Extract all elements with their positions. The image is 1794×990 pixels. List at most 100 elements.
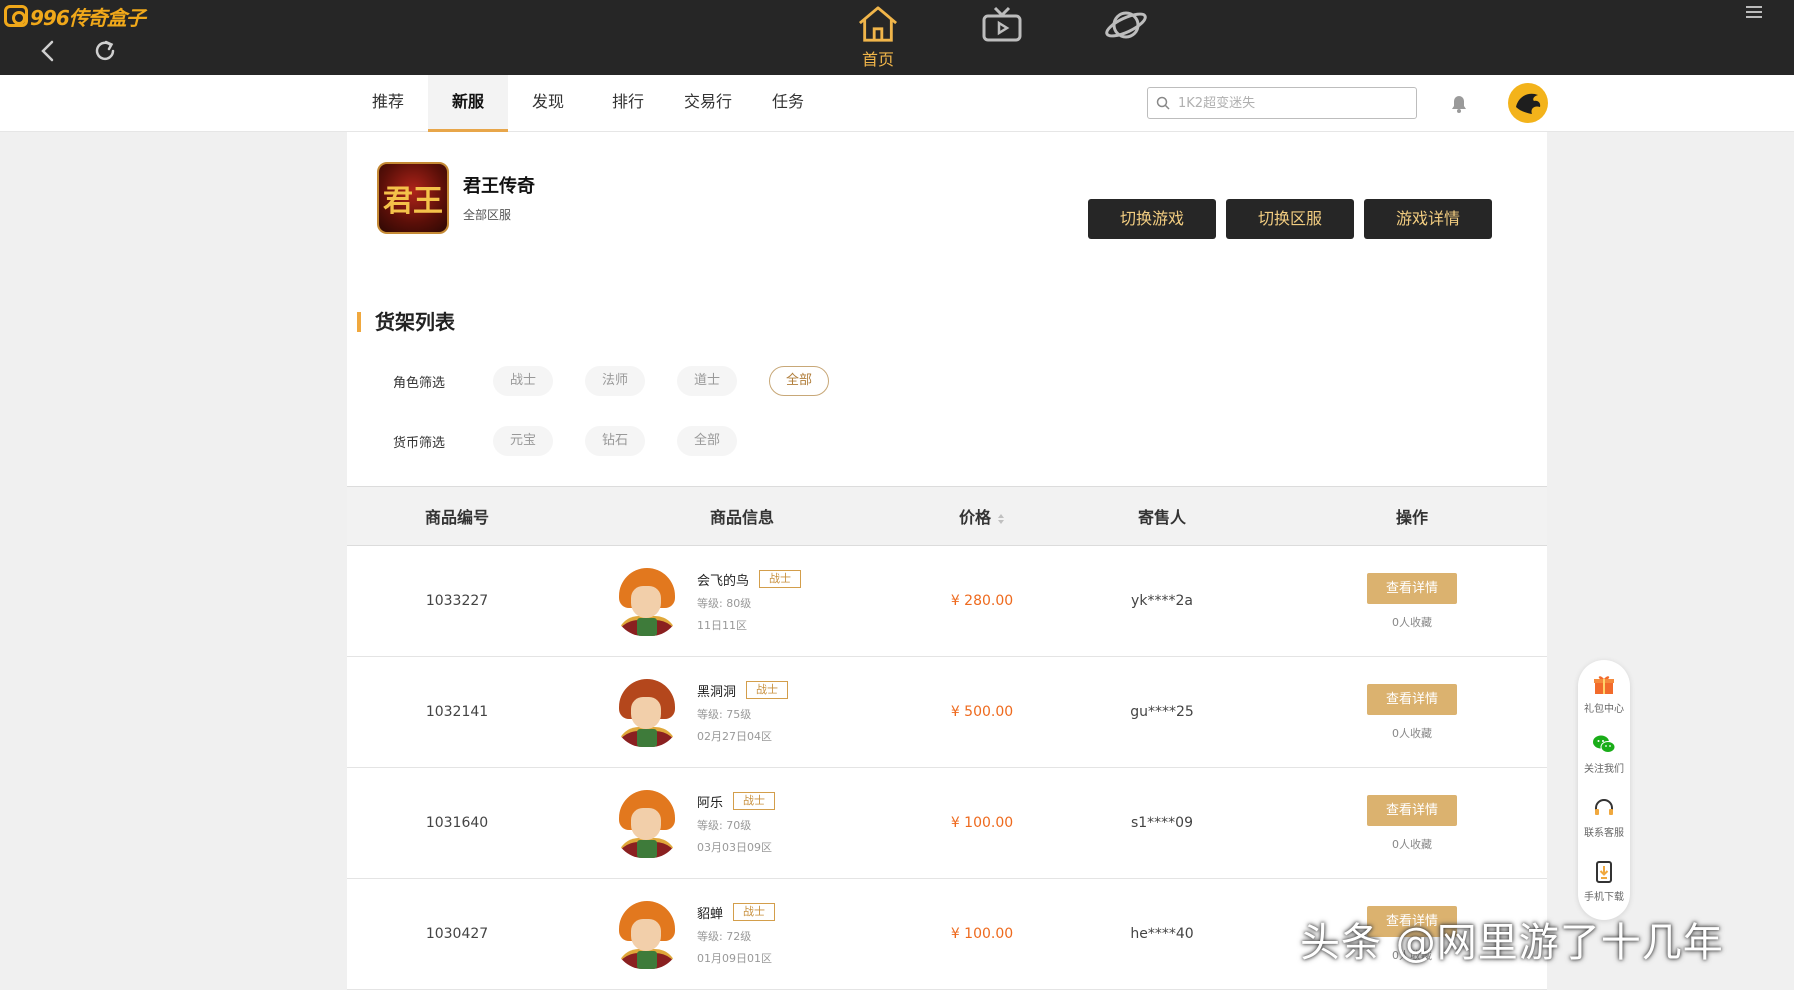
search-box (1147, 87, 1417, 119)
col-price-header[interactable]: 价格 (917, 504, 1047, 528)
game-header: 君王 君王传奇 全部区服 (377, 162, 535, 234)
tab-trading[interactable]: 交易行 (668, 75, 748, 132)
mobile-download-button[interactable]: 手机下载 (1578, 860, 1630, 903)
wechat-icon (1593, 735, 1616, 753)
app-logo: 996传奇盒子 (4, 3, 146, 30)
class-badge: 战士 (733, 792, 776, 810)
title-bar: 996传奇盒子 首页 (0, 0, 1794, 75)
character-level: 等级: 80级 (697, 596, 752, 610)
product-id: 1032141 (425, 704, 489, 720)
currency-chip-yuanbao[interactable]: 元宝 (493, 426, 553, 456)
game-server-scope: 全部区服 (463, 208, 512, 222)
refresh-button[interactable] (90, 36, 120, 66)
role-filter-label: 角色筛选 (393, 375, 446, 391)
character-level: 等级: 72级 (697, 929, 752, 943)
home-icon (858, 6, 898, 42)
bell-icon (1452, 96, 1466, 113)
home-nav[interactable]: 首页 (854, 4, 902, 70)
notification-button[interactable] (1447, 91, 1471, 115)
table-row: 1032141 黑洞洞 战士 等级: 75级 02月27日04区 ¥ 500.00… (347, 657, 1547, 768)
seller-name: he****40 (1130, 926, 1194, 942)
menu-icon[interactable] (1746, 6, 1762, 18)
product-info: 黑洞洞 战士 等级: 75级 02月27日04区 (567, 677, 917, 747)
switch-game-button[interactable]: 切换游戏 (1088, 199, 1216, 239)
floating-sidebar: 礼包中心 关注我们 联系客服 手机下载 (1578, 660, 1630, 920)
character-server: 11日11区 (697, 618, 747, 632)
logo-icon (4, 5, 28, 27)
view-detail-button[interactable]: 查看详情 (1367, 794, 1457, 826)
seller-name: gu****25 (1130, 704, 1194, 720)
product-info: 会飞的鸟 战士 等级: 80级 11日11区 (567, 566, 917, 636)
product-price: ¥ 500.00 (950, 704, 1014, 720)
currency-filter: 货币筛选 元宝 钻石 全部 (393, 426, 769, 456)
headset-icon (1595, 799, 1613, 815)
character-avatar (615, 677, 679, 747)
game-icon: 君王 (377, 162, 449, 234)
character-name: 貂蝉 (697, 906, 724, 922)
product-price: ¥ 100.00 (950, 926, 1014, 942)
col-seller-header: 寄售人 (1137, 508, 1186, 527)
character-level: 等级: 75级 (697, 707, 752, 721)
tab-recommend[interactable]: 推荐 (348, 75, 428, 132)
class-badge: 战士 (746, 681, 789, 699)
nav-tabs: 推荐 新服 发现 排行 交易行 任务 (348, 75, 828, 132)
refresh-icon (95, 40, 115, 61)
gift-icon (1594, 676, 1614, 694)
product-price: ¥ 100.00 (950, 815, 1014, 831)
product-id: 1031640 (425, 815, 489, 831)
role-filter: 角色筛选 战士 法师 道士 全部 (393, 366, 861, 396)
dragon-avatar-icon (1509, 84, 1547, 122)
tab-tasks[interactable]: 任务 (748, 75, 828, 132)
view-detail-button[interactable]: 查看详情 (1367, 572, 1457, 604)
content-panel: 君王 君王传奇 全部区服 切换游戏 切换区服 游戏详情 货架列表 角色筛选 战士… (347, 132, 1547, 990)
product-id: 1030427 (425, 926, 489, 942)
character-server: 03月03日09区 (697, 840, 772, 854)
price-header-label: 价格 (958, 508, 991, 527)
video-nav[interactable] (978, 4, 1026, 70)
planet-nav[interactable] (1102, 4, 1150, 70)
character-name: 会飞的鸟 (697, 573, 750, 589)
sort-icon (998, 513, 1004, 524)
product-info: 貂蝉 战士 等级: 72级 01月09日01区 (567, 899, 917, 969)
phone-download-icon (1596, 861, 1612, 883)
role-chip-warrior[interactable]: 战士 (493, 366, 553, 396)
seller-name: yk****2a (1131, 593, 1193, 609)
product-info: 阿乐 战士 等级: 70级 03月03日09区 (567, 788, 917, 858)
game-name: 君王传奇 (463, 176, 535, 197)
role-chip-taoist[interactable]: 道士 (677, 366, 737, 396)
currency-chip-all[interactable]: 全部 (677, 426, 737, 456)
follow-us-button[interactable]: 关注我们 (1578, 732, 1630, 775)
tab-discover[interactable]: 发现 (508, 75, 588, 132)
search-input[interactable] (1178, 95, 1398, 111)
character-name: 黑洞洞 (697, 684, 737, 700)
role-chip-mage[interactable]: 法师 (585, 366, 645, 396)
user-avatar[interactable] (1508, 83, 1548, 123)
gift-center-button[interactable]: 礼包中心 (1578, 672, 1630, 715)
favorite-count: 0人收藏 (1392, 615, 1432, 629)
switch-server-button[interactable]: 切换区服 (1226, 199, 1354, 239)
tab-ranking[interactable]: 排行 (588, 75, 668, 132)
currency-chip-diamond[interactable]: 钻石 (585, 426, 645, 456)
main-nav: 推荐 新服 发现 排行 交易行 任务 (0, 75, 1794, 132)
role-chip-all[interactable]: 全部 (769, 366, 829, 396)
table-row: 1033227 会飞的鸟 战士 等级: 80级 11日11区 ¥ 280.00 y… (347, 546, 1547, 657)
character-server: 02月27日04区 (697, 729, 772, 743)
logo-text: 996传奇盒子 (30, 5, 146, 30)
view-detail-button[interactable]: 查看详情 (1367, 683, 1457, 715)
col-info-header: 商品信息 (709, 508, 774, 527)
class-badge: 战士 (759, 570, 802, 588)
customer-service-button[interactable]: 联系客服 (1578, 796, 1630, 839)
class-badge: 战士 (733, 903, 776, 921)
back-button[interactable] (33, 36, 63, 66)
game-detail-button[interactable]: 游戏详情 (1364, 199, 1492, 239)
product-id: 1033227 (425, 593, 489, 609)
tab-new-server[interactable]: 新服 (428, 75, 508, 132)
product-price: ¥ 280.00 (950, 593, 1014, 609)
mobile-download-label: 手机下载 (1584, 892, 1624, 903)
home-label: 首页 (861, 50, 894, 69)
gift-center-label: 礼包中心 (1584, 704, 1624, 715)
character-level: 等级: 70级 (697, 818, 752, 832)
planet-icon (1105, 11, 1147, 39)
character-server: 01月09日01区 (697, 951, 772, 965)
table-row: 1031640 阿乐 战士 等级: 70级 03月03日09区 ¥ 100.00 … (347, 768, 1547, 879)
